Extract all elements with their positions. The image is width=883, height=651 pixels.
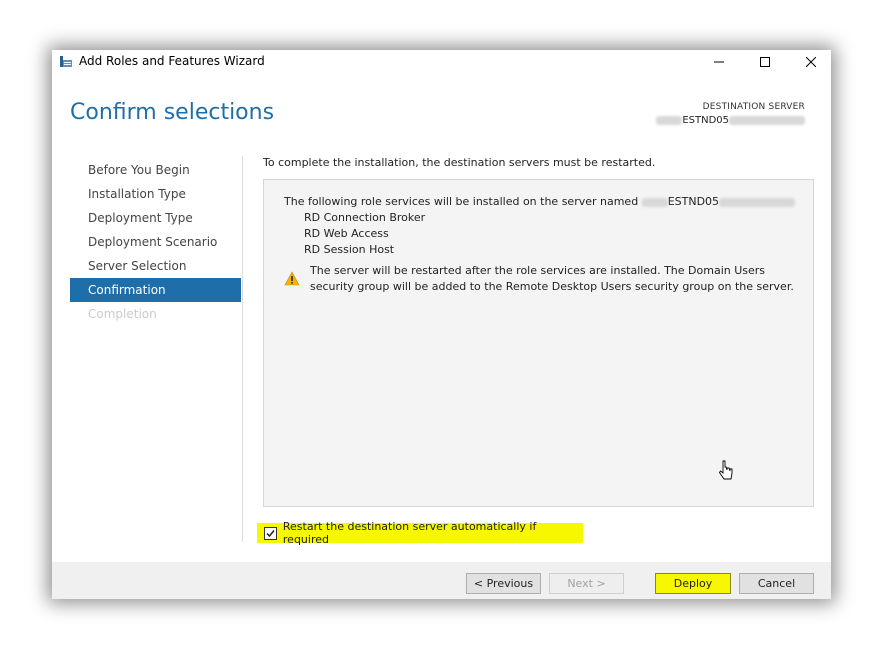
window-title: Add Roles and Features Wizard	[79, 54, 265, 68]
wizard-nav: Before You Begin Installation Type Deplo…	[70, 158, 241, 326]
destination-server-name: ESTND05	[656, 115, 805, 126]
wizard-window: Add Roles and Features Wizard Confirm se…	[52, 50, 831, 599]
warning-icon	[284, 271, 300, 286]
nav-divider	[242, 156, 243, 542]
destination-server-name-text: ESTND05	[682, 115, 729, 126]
redacted-text	[656, 115, 683, 125]
confirmation-details-box: The following role services will be inst…	[263, 179, 814, 507]
info-line: The following role services will be inst…	[284, 195, 796, 208]
restart-checkbox[interactable]	[264, 526, 277, 540]
nav-item-before-you-begin[interactable]: Before You Begin	[70, 158, 241, 182]
nav-item-deployment-type[interactable]: Deployment Type	[70, 206, 241, 230]
server-manager-icon	[60, 56, 72, 67]
minimize-button[interactable]	[696, 50, 742, 74]
destination-server-label: DESTINATION SERVER	[702, 102, 805, 112]
close-icon	[806, 57, 816, 67]
server-name: ESTND05	[667, 195, 720, 208]
nav-item-confirmation[interactable]: Confirmation	[70, 278, 241, 302]
role-service-item: RD Session Host	[304, 243, 395, 256]
nav-item-server-selection[interactable]: Server Selection	[70, 254, 241, 278]
info-prefix: The following role services will be inst…	[284, 195, 639, 208]
maximize-icon	[760, 57, 770, 67]
redacted-text	[641, 197, 668, 207]
page-title: Confirm selections	[70, 100, 275, 125]
role-service-item: RD Connection Broker	[304, 211, 426, 224]
next-button: Next >	[549, 573, 624, 594]
mouse-cursor-icon	[719, 460, 733, 480]
previous-button[interactable]: < Previous	[466, 573, 541, 594]
redacted-text	[719, 197, 796, 207]
minimize-icon	[714, 61, 724, 63]
deploy-button[interactable]: Deploy	[655, 573, 731, 594]
cancel-button[interactable]: Cancel	[739, 573, 814, 594]
restart-option-row[interactable]: Restart the destination server automatic…	[257, 520, 583, 546]
close-button[interactable]	[788, 50, 834, 74]
maximize-button[interactable]	[742, 50, 788, 74]
title-bar[interactable]: Add Roles and Features Wizard	[52, 50, 831, 74]
role-service-item: RD Web Access	[304, 227, 389, 240]
warning-text: The server will be restarted after the r…	[310, 264, 794, 293]
restart-checkbox-label[interactable]: Restart the destination server automatic…	[283, 520, 583, 546]
nav-item-deployment-scenario[interactable]: Deployment Scenario	[70, 230, 241, 254]
redacted-text	[729, 115, 805, 125]
nav-item-installation-type[interactable]: Installation Type	[70, 182, 241, 206]
intro-text: To complete the installation, the destin…	[263, 156, 656, 169]
nav-item-completion: Completion	[88, 307, 157, 321]
checkmark-icon	[266, 529, 275, 537]
